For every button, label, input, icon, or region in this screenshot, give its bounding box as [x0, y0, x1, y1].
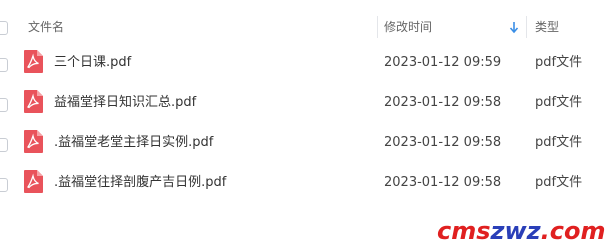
watermark-logo: cmszwz.com: [437, 217, 605, 245]
file-type: pdf文件: [535, 95, 583, 110]
pdf-file-icon: [24, 90, 43, 113]
column-divider[interactable]: [377, 16, 378, 38]
file-name[interactable]: 三个日课.pdf: [54, 54, 131, 72]
file-modified-time: 2023-01-12 09:58: [384, 95, 502, 110]
pdf-file-icon: [24, 130, 43, 153]
file-name[interactable]: .益福堂老堂主择日实例.pdf: [54, 134, 213, 152]
file-checkbox[interactable]: [0, 178, 8, 192]
column-header-name[interactable]: 文件名: [28, 18, 64, 36]
column-divider[interactable]: [526, 16, 527, 38]
file-list-header: 文件名 修改时间 类型: [0, 0, 610, 44]
file-name[interactable]: .益福堂往择剖腹产吉日例.pdf: [54, 174, 226, 192]
file-row[interactable]: .益福堂往择剖腹产吉日例.pdf 2023-01-12 09:58 pdf文件: [0, 164, 610, 204]
pdf-file-icon: [24, 170, 43, 193]
file-checkbox[interactable]: [0, 138, 8, 152]
pdf-file-icon: [24, 50, 43, 73]
select-all-checkbox[interactable]: [0, 21, 8, 35]
sort-descending-icon[interactable]: [508, 18, 520, 36]
file-checkbox[interactable]: [0, 98, 8, 112]
file-row[interactable]: 三个日课.pdf 2023-01-12 09:59 pdf文件: [0, 44, 610, 84]
column-header-type[interactable]: 类型: [535, 18, 559, 36]
file-row[interactable]: .益福堂老堂主择日实例.pdf 2023-01-12 09:58 pdf文件: [0, 124, 610, 164]
file-checkbox[interactable]: [0, 58, 8, 72]
svg-text:cmszwz.com: cmszwz.com: [437, 217, 605, 245]
file-type: pdf文件: [535, 135, 583, 150]
file-row[interactable]: 益福堂择日知识汇总.pdf 2023-01-12 09:58 pdf文件: [0, 84, 610, 124]
column-header-modified[interactable]: 修改时间: [384, 18, 432, 36]
file-modified-time: 2023-01-12 09:59: [384, 55, 502, 70]
file-type: pdf文件: [535, 175, 583, 190]
file-type: pdf文件: [535, 55, 583, 70]
file-modified-time: 2023-01-12 09:58: [384, 135, 502, 150]
file-name[interactable]: 益福堂择日知识汇总.pdf: [54, 94, 196, 112]
file-modified-time: 2023-01-12 09:58: [384, 175, 502, 190]
